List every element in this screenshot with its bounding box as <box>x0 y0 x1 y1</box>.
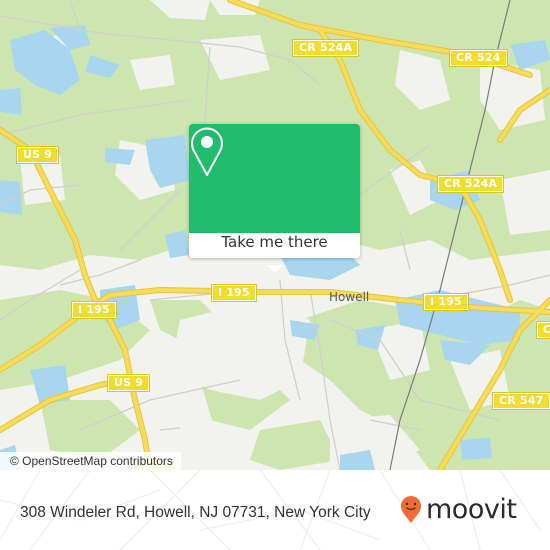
map-attribution[interactable]: © OpenStreetMap contributors <box>0 452 181 470</box>
road-shield-i195: I 195 <box>71 301 117 319</box>
moovit-smiley-pin-icon <box>401 496 421 523</box>
footer: 308 Windeler Rd, Howell, NJ 07731, New Y… <box>0 470 550 550</box>
road-shield-cr524a: CR 524A <box>436 175 505 193</box>
address-text: 308 Windeler Rd, Howell, NJ 07731, New Y… <box>20 504 371 521</box>
road-shield-cr524a: CR 524A <box>291 39 360 57</box>
road-shield-cr547: CR 547 <box>492 392 550 410</box>
road-shield-i195: I 195 <box>211 284 257 302</box>
place-label-howell: Howell <box>329 290 370 304</box>
map-view[interactable]: CR 524A CR 524 US 9 CR 524A I 195 I 195 … <box>0 0 550 470</box>
moovit-wordmark: moovit <box>426 494 517 525</box>
road-shield-i195: I 195 <box>423 293 469 311</box>
road-shield-us9: US 9 <box>106 374 151 392</box>
road-shield-us9: US 9 <box>15 146 60 164</box>
moovit-logo[interactable]: moovit <box>400 494 517 525</box>
location-popup: Take me there <box>189 124 360 273</box>
road-shield-cr524: CR 524 <box>449 49 508 67</box>
road-shield-partial: C <box>535 321 550 339</box>
popup-pointer <box>267 265 283 273</box>
map-pin-icon <box>191 127 223 176</box>
popup-header <box>189 124 360 233</box>
